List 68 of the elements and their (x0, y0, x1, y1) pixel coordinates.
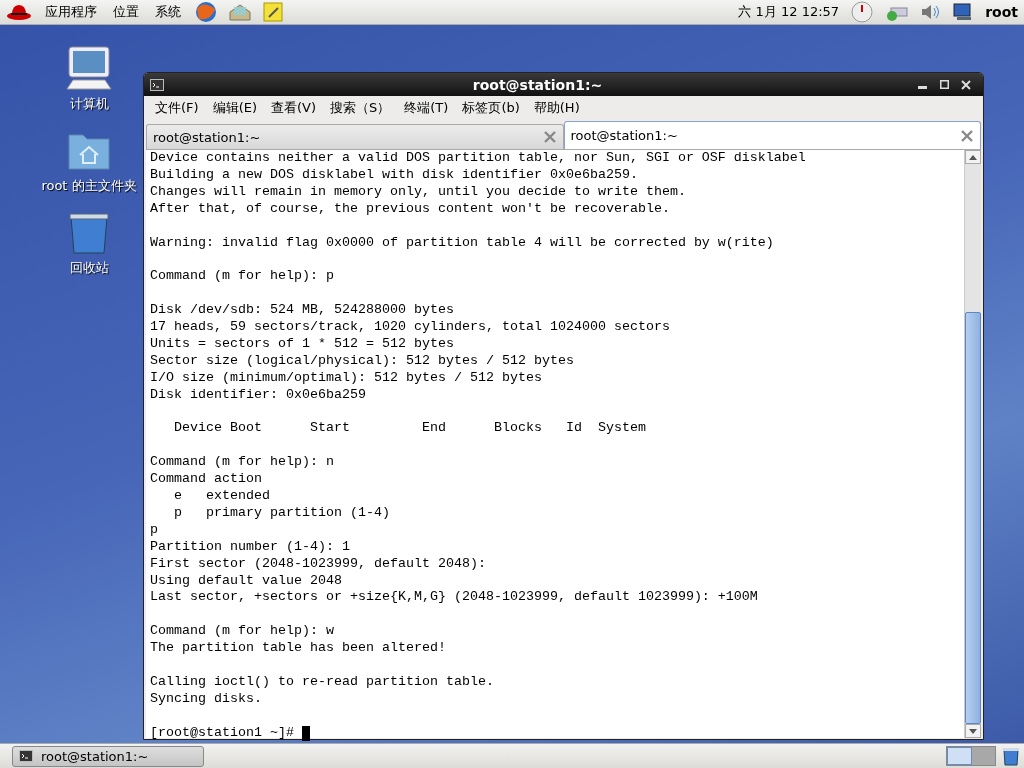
close-icon (961, 79, 971, 90)
speaker-icon[interactable] (919, 2, 942, 22)
scrollbar-thumb[interactable] (965, 312, 981, 724)
terminal-line: Command (m for help): n (150, 454, 335, 472)
menu-item[interactable]: 文件(F) (148, 96, 206, 119)
task-button[interactable]: root@station1:~ (12, 745, 204, 767)
menu-item[interactable]: 终端(T) (397, 96, 456, 119)
terminal-line: Command (m for help): w (150, 623, 335, 641)
panel-menu[interactable]: 位置 (110, 3, 142, 21)
scroll-up-button[interactable] (965, 150, 981, 164)
up-arrow-icon (969, 154, 977, 160)
terminal-line: p primary partition (1-4) (173, 504, 391, 522)
desktop-icon-label[interactable]: 计算机 (69, 95, 109, 113)
terminal-line: After that, of course, the previous content won't be recoverable. (150, 200, 671, 218)
workspace-switcher-icon[interactable] (946, 746, 996, 766)
menu-item[interactable]: 搜索（S） (323, 96, 398, 119)
terminal-icon[interactable] (150, 78, 164, 91)
globe-icon[interactable] (194, 1, 218, 23)
terminal-line: Sector size (logical/physical): 512 bytes / 512 bytes (150, 352, 575, 370)
terminal-line: Device Boot Start End Blocks Id System (173, 420, 647, 438)
terminal-line: Command (m for help): p (150, 268, 335, 286)
desktop-icon-label[interactable]: 回收站 (69, 259, 109, 277)
shell-prompt: [root@station1 ~]# (150, 724, 294, 742)
terminal-tab[interactable]: root@station1:~ (563, 121, 981, 149)
terminal-line: Command action (150, 471, 263, 489)
notepad-icon[interactable] (262, 2, 284, 22)
panel-menu[interactable]: 应用程序 (42, 3, 100, 21)
user-name[interactable]: root (985, 4, 1018, 20)
mail-icon[interactable] (228, 2, 252, 22)
minimize-icon (917, 86, 927, 89)
terminal-line: Using default value 2048 (150, 572, 343, 590)
clock[interactable]: 六 1月 12 12:57 (738, 3, 840, 21)
hat-icon[interactable] (6, 2, 32, 22)
text-cursor (301, 725, 310, 741)
terminal-line: First sector (2048-1023999, default 2048): (150, 555, 487, 573)
terminal-line: Units = sectors of 1 * 512 = 512 bytes (150, 335, 455, 353)
terminal-line: Device contains neither a valid DOS partition table, nor Sun, SGI or OSF disklabel (150, 150, 807, 167)
terminal-line: Last sector, +sectors or +size{K,M,G} (2048-1023999, default 1023999): +100M (150, 589, 759, 607)
close-icon[interactable] (542, 130, 557, 144)
computer-icon[interactable] (65, 45, 113, 93)
menu-item[interactable]: 标签页(b) (455, 96, 527, 119)
terminal-line: Warning: invalid flag 0x0000 of partition table 4 will be corrected by w(rite) (150, 234, 775, 252)
menu-item[interactable]: 帮助(H) (526, 96, 587, 119)
close-icon[interactable] (960, 128, 974, 143)
terminal-tab[interactable]: root@station1:~ (146, 124, 564, 149)
terminal-line: Syncing disks. (150, 690, 263, 708)
terminal-line: 17 heads, 59 sectors/track, 1020 cylinders, total 1024000 sectors (150, 319, 671, 336)
terminal-line: Disk /dev/sdb: 524 MB, 524288000 bytes (150, 302, 455, 319)
menu-item[interactable]: 查看(V) (264, 96, 324, 119)
gauge-icon[interactable] (849, 1, 876, 23)
down-arrow-icon (969, 728, 977, 734)
terminal-line: I/O size (minimum/optimal): 512 bytes / 512 bytes (150, 369, 543, 387)
terminal-line: Partition number (1-4): 1 (150, 538, 351, 556)
terminal-line: Changes will remain in memory only, until you decide to write them. (150, 183, 687, 201)
window-title: root@station1:~ (471, 76, 604, 93)
terminal-line: Calling ioctl() to re-read partition table. (150, 674, 495, 691)
terminal-line: p (150, 521, 159, 539)
terminal-line: e extended (173, 488, 271, 505)
trash-icon[interactable] (1002, 746, 1020, 766)
maximize-icon (939, 80, 949, 89)
scroll-down-button[interactable] (965, 724, 981, 738)
terminal-line: The partition table has been altered! (150, 640, 447, 658)
desktop-icon-label[interactable]: root 的主文件夹 (41, 177, 137, 195)
terminal-line: Building a new DOS disklabel with disk identifier 0x0e6ba259. (150, 166, 639, 184)
terminal-line: Disk identifier: 0x0e6ba259 (150, 386, 367, 404)
panel-menu[interactable]: 系统 (152, 3, 184, 21)
menu-item[interactable]: 编辑(E) (205, 96, 264, 119)
terminal-icon (19, 750, 33, 762)
